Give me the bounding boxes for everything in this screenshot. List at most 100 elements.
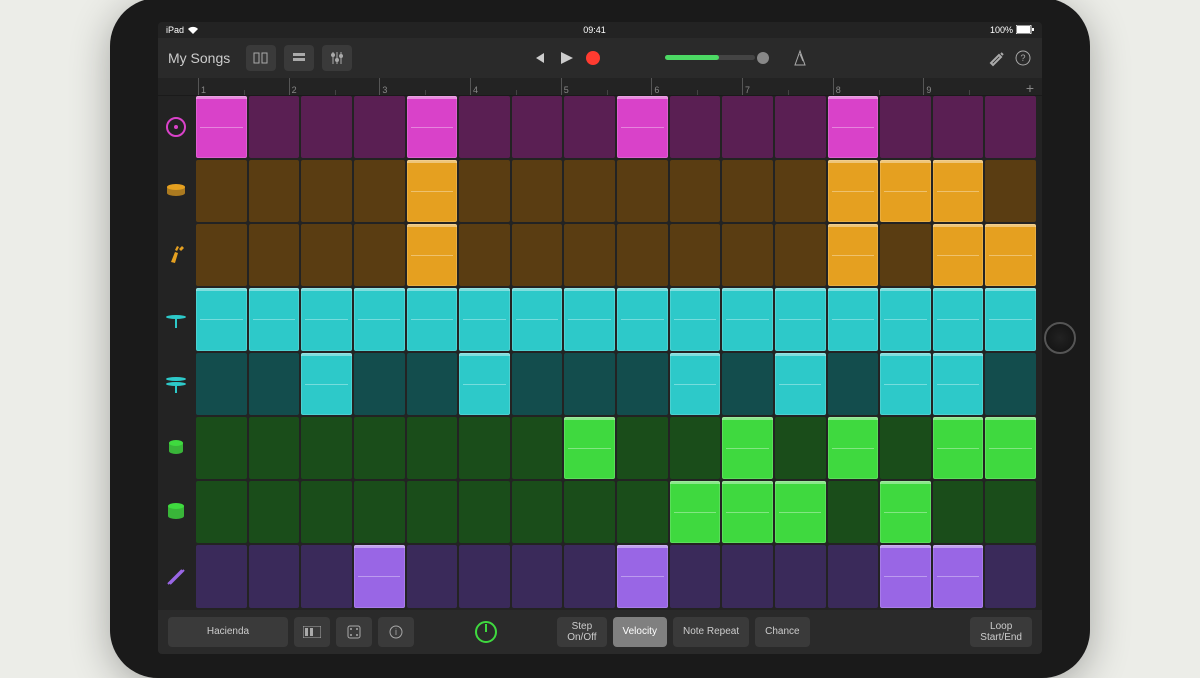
step-cell[interactable] (407, 96, 458, 158)
step-cell[interactable] (933, 481, 984, 543)
step-cell[interactable] (880, 224, 931, 286)
hihat-closed-icon[interactable] (158, 288, 194, 350)
step-cell[interactable] (564, 224, 615, 286)
sticks-icon[interactable] (158, 545, 194, 607)
step-cell[interactable] (933, 224, 984, 286)
velocity-button[interactable]: Velocity (613, 617, 667, 647)
step-cell[interactable] (670, 353, 721, 415)
step-cell[interactable] (249, 224, 300, 286)
step-cell[interactable] (512, 96, 563, 158)
step-cell[interactable] (722, 417, 773, 479)
info-button[interactable]: i (378, 617, 414, 647)
play-button[interactable] (558, 50, 574, 66)
step-cell[interactable] (670, 481, 721, 543)
step-cell[interactable] (512, 160, 563, 222)
step-cell[interactable] (301, 288, 352, 350)
step-cell[interactable] (249, 96, 300, 158)
home-button[interactable] (1044, 322, 1076, 354)
step-cell[interactable] (354, 96, 405, 158)
step-cell[interactable] (512, 545, 563, 607)
step-cell[interactable] (985, 417, 1036, 479)
step-cell[interactable] (564, 353, 615, 415)
step-cell[interactable] (617, 353, 668, 415)
step-cell[interactable] (407, 417, 458, 479)
metronome-button[interactable] (791, 49, 809, 67)
step-cell[interactable] (670, 417, 721, 479)
step-cell[interactable] (828, 288, 879, 350)
step-cell[interactable] (354, 545, 405, 607)
step-cell[interactable] (933, 545, 984, 607)
step-cell[interactable] (512, 417, 563, 479)
step-cell[interactable] (564, 545, 615, 607)
step-cell[interactable] (301, 481, 352, 543)
step-cell[interactable] (722, 96, 773, 158)
step-cell[interactable] (512, 224, 563, 286)
step-cell[interactable] (722, 288, 773, 350)
view-button[interactable] (284, 45, 314, 71)
step-cell[interactable] (564, 96, 615, 158)
mixer-button[interactable] (322, 45, 352, 71)
step-cell[interactable] (354, 288, 405, 350)
dice-button[interactable] (336, 617, 372, 647)
step-cell[interactable] (459, 545, 510, 607)
add-bar-button[interactable]: + (1026, 80, 1034, 96)
step-cell[interactable] (775, 481, 826, 543)
step-cell[interactable] (354, 160, 405, 222)
help-button[interactable]: ? (1014, 49, 1032, 67)
step-cell[interactable] (775, 288, 826, 350)
step-cell[interactable] (407, 481, 458, 543)
loop-button[interactable]: Loop Start/End (970, 617, 1032, 647)
step-cell[interactable] (985, 160, 1036, 222)
step-cell[interactable] (301, 96, 352, 158)
step-cell[interactable] (617, 288, 668, 350)
step-cell[interactable] (880, 481, 931, 543)
step-cell[interactable] (828, 160, 879, 222)
step-cell[interactable] (564, 288, 615, 350)
step-cell[interactable] (459, 417, 510, 479)
step-cell[interactable] (249, 288, 300, 350)
step-cell[interactable] (775, 224, 826, 286)
step-cell[interactable] (775, 96, 826, 158)
step-cell[interactable] (828, 417, 879, 479)
step-cell[interactable] (985, 96, 1036, 158)
step-cell[interactable] (459, 288, 510, 350)
step-cell[interactable] (880, 353, 931, 415)
clap-icon[interactable] (158, 224, 194, 286)
step-cell[interactable] (670, 545, 721, 607)
step-cell[interactable] (249, 160, 300, 222)
settings-button[interactable] (988, 49, 1006, 67)
step-cell[interactable] (301, 545, 352, 607)
step-cell[interactable] (617, 481, 668, 543)
step-cell[interactable] (301, 224, 352, 286)
step-cell[interactable] (459, 353, 510, 415)
step-cell[interactable] (459, 224, 510, 286)
step-cell[interactable] (249, 481, 300, 543)
browser-button[interactable] (246, 45, 276, 71)
tom-hi-icon[interactable] (158, 417, 194, 479)
step-cell[interactable] (617, 545, 668, 607)
volume-slider[interactable] (665, 52, 769, 64)
step-cell[interactable] (880, 160, 931, 222)
step-cell[interactable] (985, 481, 1036, 543)
step-cell[interactable] (828, 481, 879, 543)
step-cell[interactable] (459, 96, 510, 158)
step-cell[interactable] (407, 288, 458, 350)
step-cell[interactable] (670, 288, 721, 350)
preset-selector[interactable]: Hacienda (168, 617, 288, 647)
snare-icon[interactable] (158, 160, 194, 222)
step-cell[interactable] (617, 160, 668, 222)
step-cell[interactable] (196, 545, 247, 607)
step-cell[interactable] (775, 353, 826, 415)
step-cell[interactable] (880, 288, 931, 350)
step-cell[interactable] (512, 288, 563, 350)
step-cell[interactable] (196, 417, 247, 479)
step-cell[interactable] (354, 481, 405, 543)
step-cell[interactable] (564, 160, 615, 222)
step-cell[interactable] (196, 224, 247, 286)
step-cell[interactable] (407, 160, 458, 222)
step-cell[interactable] (354, 417, 405, 479)
step-cell[interactable] (985, 288, 1036, 350)
step-cell[interactable] (880, 417, 931, 479)
step-cell[interactable] (512, 353, 563, 415)
step-cell[interactable] (617, 96, 668, 158)
